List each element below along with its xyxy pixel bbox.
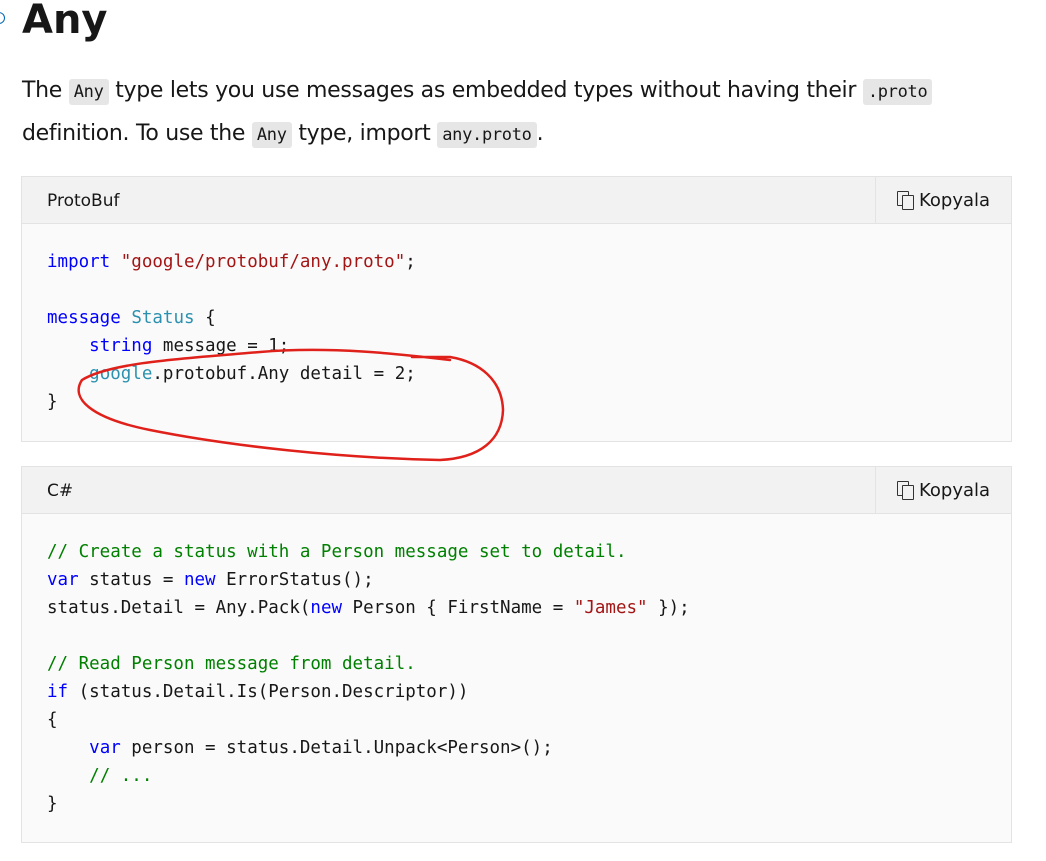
code-token: google xyxy=(89,364,153,384)
code-token: // Read Person message from detail. xyxy=(47,654,416,674)
copy-button[interactable]: Kopyala xyxy=(875,467,1011,513)
code-token: ; xyxy=(405,252,416,272)
code-block-protobuf: ProtoBuf Kopyala import "google/protobuf… xyxy=(21,176,1012,442)
code-line: } xyxy=(47,790,986,818)
copy-button[interactable]: Kopyala xyxy=(875,177,1011,223)
code-line: // Read Person message from detail. xyxy=(47,650,986,678)
intro-text: definition. To use the xyxy=(22,121,252,146)
code-line: var status = new ErrorStatus(); xyxy=(47,566,986,594)
code-content[interactable]: import "google/protobuf/any.proto";​mess… xyxy=(22,224,1011,430)
code-block-header: ProtoBuf Kopyala xyxy=(22,177,1011,224)
code-line: { xyxy=(47,706,986,734)
code-line: } xyxy=(47,388,986,416)
code-line: var person = status.Detail.Unpack<Person… xyxy=(47,734,986,762)
code-token: { xyxy=(194,308,216,328)
code-token: }); xyxy=(647,598,690,618)
code-token: new xyxy=(183,570,216,590)
code-token: new xyxy=(310,598,343,618)
copy-icon xyxy=(896,191,914,210)
intro-paragraph: The Any type lets you use messages as em… xyxy=(22,70,1022,156)
code-line: ​ xyxy=(47,622,986,650)
intro-text: . xyxy=(536,121,544,146)
code-token: var xyxy=(89,738,121,758)
code-token: } xyxy=(47,392,58,412)
code-token: import xyxy=(47,252,111,272)
code-token: Person { FirstName = xyxy=(342,598,574,618)
code-token: } xyxy=(47,794,58,814)
code-line: status.Detail = Any.Pack(new Person { Fi… xyxy=(47,594,986,622)
code-token: ErrorStatus(); xyxy=(215,570,374,590)
code-token: var xyxy=(47,570,79,590)
intro-text: The xyxy=(22,78,69,103)
code-token: // ... xyxy=(89,766,153,786)
code-line: string message = 1; xyxy=(47,332,986,360)
code-token: if xyxy=(47,682,69,702)
code-line: if (status.Detail.Is(Person.Descriptor)) xyxy=(47,678,986,706)
code-token: string xyxy=(89,336,153,356)
code-token: message = 1; xyxy=(152,336,290,356)
copy-icon xyxy=(896,481,914,500)
inline-code-any-proto: any.proto xyxy=(437,122,537,148)
code-line: // ... xyxy=(47,762,986,790)
code-token: .protobuf.Any detail = 2; xyxy=(152,364,416,384)
page-title: Any xyxy=(22,0,108,43)
copy-button-label: Kopyala xyxy=(918,479,991,501)
code-token: person = status.Detail.Unpack<Person>(); xyxy=(120,738,553,758)
code-line: message Status { xyxy=(47,304,986,332)
inline-code-any: Any xyxy=(251,122,292,148)
copy-button-label: Kopyala xyxy=(918,189,991,211)
code-line: // Create a status with a Person message… xyxy=(47,538,986,566)
code-language-label: ProtoBuf xyxy=(47,191,120,211)
code-token: status.Detail = Any.Pack( xyxy=(47,598,311,618)
inline-code-proto: .proto xyxy=(862,79,933,105)
code-token: status = xyxy=(78,570,184,590)
code-token: message xyxy=(47,308,121,328)
code-line: import "google/protobuf/any.proto"; xyxy=(47,248,986,276)
code-token: // Create a status with a Person message… xyxy=(47,542,627,562)
inline-code-any: Any xyxy=(68,79,109,105)
code-token: "google/protobuf/any.proto" xyxy=(120,252,406,272)
code-line: ​ xyxy=(47,276,986,304)
code-language-label: C# xyxy=(47,481,74,501)
code-line: google.protobuf.Any detail = 2; xyxy=(47,360,986,388)
code-block-header: C# Kopyala xyxy=(22,467,1011,514)
code-token: { xyxy=(47,710,58,730)
intro-text: type, import xyxy=(291,121,438,146)
code-block-csharp: C# Kopyala // Create a status with a Per… xyxy=(21,466,1012,843)
intro-text: type lets you use messages as embedded t… xyxy=(108,78,863,103)
code-content[interactable]: // Create a status with a Person message… xyxy=(22,514,1011,832)
anchor-link-icon[interactable] xyxy=(0,12,5,24)
code-token: (status.Detail.Is(Person.Descriptor)) xyxy=(68,682,469,702)
code-token: "James" xyxy=(573,598,648,618)
code-token: Status xyxy=(131,308,195,328)
